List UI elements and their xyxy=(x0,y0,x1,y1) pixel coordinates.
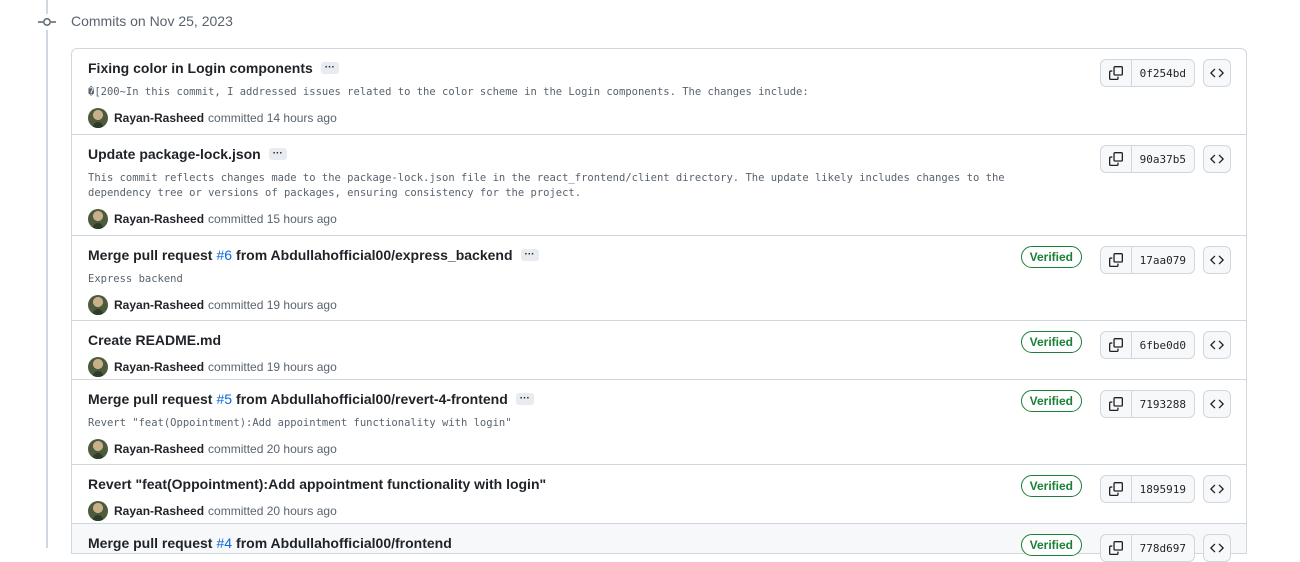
git-commit-icon xyxy=(38,14,56,30)
code-brackets-icon[interactable] xyxy=(1203,534,1231,562)
commit-sha-link[interactable]: 90a37b5 xyxy=(1132,146,1194,172)
ellipsis-icon[interactable]: ··· xyxy=(515,393,534,405)
commit-author-line: Rayan-Rasheed committed 15 hours ago xyxy=(88,209,1230,229)
sha-group: 6fbe0d0 xyxy=(1099,331,1195,359)
author-link[interactable]: Rayan-Rasheed xyxy=(114,111,204,125)
commit-message-link[interactable]: Merge pull request xyxy=(88,390,212,408)
copy-icon[interactable] xyxy=(1101,391,1132,417)
commit-group-title: Commits on Nov 25, 2023 xyxy=(71,13,233,29)
avatar[interactable] xyxy=(88,295,108,315)
code-brackets-icon[interactable] xyxy=(1203,145,1231,173)
copy-icon[interactable] xyxy=(1101,476,1132,502)
commit-sha-link[interactable]: 17aa079 xyxy=(1132,247,1194,273)
ellipsis-icon[interactable]: ··· xyxy=(268,148,287,160)
code-brackets-icon[interactable] xyxy=(1203,331,1231,359)
commit-message-link-suffix[interactable]: from Abdullahofficial00/express_backend xyxy=(236,246,512,264)
commit-title: Fixing color in Login components ··· xyxy=(88,59,1230,77)
avatar[interactable] xyxy=(88,501,108,521)
sha-group: 90a37b5 xyxy=(1099,145,1195,173)
commit-author-line: Rayan-Rasheed committed 19 hours ago xyxy=(88,357,1230,377)
commit-actions: 1895919 xyxy=(1099,475,1231,503)
commit-row: Update package-lock.json ··· This commit r… xyxy=(72,135,1246,236)
sha-group: 17aa079 xyxy=(1099,246,1195,274)
verified-badge[interactable]: Verified xyxy=(1020,534,1082,556)
copy-icon[interactable] xyxy=(1101,535,1132,561)
commit-description: Express backend xyxy=(88,273,183,285)
commit-meta: committed 20 hours ago xyxy=(208,504,337,518)
commit-meta: committed 20 hours ago xyxy=(208,442,337,456)
commit-message-link[interactable]: Merge pull request xyxy=(88,534,212,552)
commit-row: Merge pull request #6 from Abdullahofficia… xyxy=(72,236,1246,321)
commit-description: Revert "feat(Oppointment):Add appointmen… xyxy=(88,417,512,429)
commit-description: This commit reflects changes made to the… xyxy=(88,172,1005,199)
commit-meta: committed 15 hours ago xyxy=(208,212,337,226)
copy-icon[interactable] xyxy=(1101,146,1132,172)
commit-author-line: Rayan-Rasheed committed 14 hours ago xyxy=(88,108,1230,128)
commit-actions: 6fbe0d0 xyxy=(1099,331,1231,359)
commit-meta: committed 14 hours ago xyxy=(208,111,337,125)
sha-group: 7193288 xyxy=(1099,390,1195,418)
verified-badge[interactable]: Verified xyxy=(1020,246,1082,268)
pull-request-link[interactable]: #4 xyxy=(216,534,232,552)
copy-icon[interactable] xyxy=(1101,60,1132,86)
commit-row: Fixing color in Login components ··· �[200… xyxy=(72,49,1246,135)
commit-message-link[interactable]: Fixing color in Login components xyxy=(88,59,313,77)
commit-message-link[interactable]: Create README.md xyxy=(88,331,221,349)
commit-sha-link[interactable]: 7193288 xyxy=(1132,391,1194,417)
commit-description: �[200~In this commit, I addressed issues… xyxy=(88,86,809,98)
author-link[interactable]: Rayan-Rasheed xyxy=(114,212,204,226)
author-link[interactable]: Rayan-Rasheed xyxy=(114,360,204,374)
avatar[interactable] xyxy=(88,209,108,229)
code-brackets-icon[interactable] xyxy=(1203,390,1231,418)
commit-row: Merge pull request #5 from Abdullahofficia… xyxy=(72,380,1246,465)
sha-group: 778d697 xyxy=(1099,534,1195,562)
timeline-line xyxy=(46,0,48,548)
pull-request-link[interactable]: #5 xyxy=(216,390,232,408)
verified-badge[interactable]: Verified xyxy=(1020,331,1082,353)
commit-row: Merge pull request #4 from Abdullahofficia… xyxy=(72,524,1246,562)
commit-sha-link[interactable]: 0f254bd xyxy=(1132,60,1194,86)
commit-actions: 17aa079 xyxy=(1099,246,1231,274)
ellipsis-icon[interactable]: ··· xyxy=(320,62,339,74)
commit-title: Update package-lock.json ··· xyxy=(88,145,1230,163)
commit-author-line: Rayan-Rasheed committed 20 hours ago xyxy=(88,501,1230,521)
commit-list: Fixing color in Login components ··· �[200… xyxy=(71,48,1247,562)
sha-group: 1895919 xyxy=(1099,475,1195,503)
commit-row: Create README.md Rayan-Rasheed committed 1… xyxy=(72,321,1246,380)
author-link[interactable]: Rayan-Rasheed xyxy=(114,298,204,312)
commit-message-link[interactable]: Revert "feat(Oppointment):Add appointmen… xyxy=(88,475,546,493)
commit-actions: 778d697 xyxy=(1099,534,1231,562)
code-brackets-icon[interactable] xyxy=(1203,246,1231,274)
commit-actions: 0f254bd xyxy=(1099,59,1231,87)
commit-meta: committed 19 hours ago xyxy=(208,298,337,312)
ellipsis-icon[interactable]: ··· xyxy=(520,249,539,261)
commit-author-line: Rayan-Rasheed committed 20 hours ago xyxy=(88,439,1230,459)
commit-message-link[interactable]: Merge pull request xyxy=(88,246,212,264)
copy-icon[interactable] xyxy=(1101,332,1132,358)
avatar[interactable] xyxy=(88,357,108,377)
verified-badge[interactable]: Verified xyxy=(1020,475,1082,497)
pull-request-link[interactable]: #6 xyxy=(216,246,232,264)
commit-sha-link[interactable]: 778d697 xyxy=(1132,535,1194,561)
commit-sha-link[interactable]: 1895919 xyxy=(1132,476,1194,502)
author-link[interactable]: Rayan-Rasheed xyxy=(114,442,204,456)
commit-message-link[interactable]: Update package-lock.json xyxy=(88,145,261,163)
commit-sha-link[interactable]: 6fbe0d0 xyxy=(1132,332,1194,358)
author-link[interactable]: Rayan-Rasheed xyxy=(114,504,204,518)
avatar[interactable] xyxy=(88,439,108,459)
commit-actions: 7193288 xyxy=(1099,390,1231,418)
copy-icon[interactable] xyxy=(1101,247,1132,273)
verified-badge[interactable]: Verified xyxy=(1020,390,1082,412)
commit-row: Revert "feat(Oppointment):Add appointmen… xyxy=(72,465,1246,524)
commit-author-line: Rayan-Rasheed committed 19 hours ago xyxy=(88,295,1230,315)
commit-message-link-suffix[interactable]: from Abdullahofficial00/frontend xyxy=(236,534,452,552)
avatar[interactable] xyxy=(88,108,108,128)
commit-meta: committed 19 hours ago xyxy=(208,360,337,374)
commit-actions: 90a37b5 xyxy=(1099,145,1231,173)
sha-group: 0f254bd xyxy=(1099,59,1195,87)
commit-message-link-suffix[interactable]: from Abdullahofficial00/revert-4-fronten… xyxy=(236,390,508,408)
code-brackets-icon[interactable] xyxy=(1203,59,1231,87)
code-brackets-icon[interactable] xyxy=(1203,475,1231,503)
